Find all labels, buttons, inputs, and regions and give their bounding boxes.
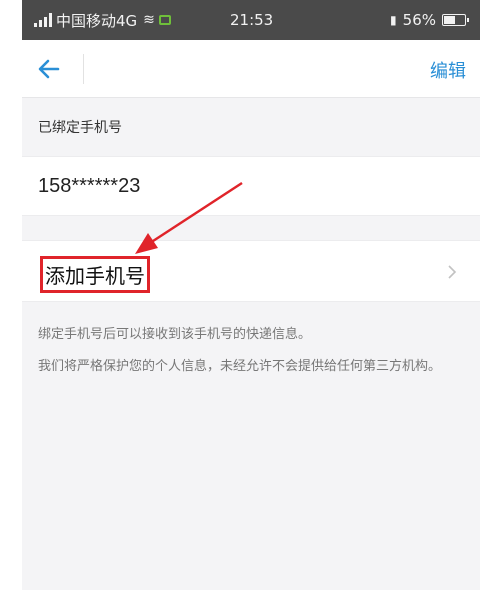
carrier-name: 中国移动4G [56,11,138,30]
info-line-2: 我们将严格保护您的个人信息，未经允许不会提供给任何第三方机构。 [38,359,442,374]
back-arrow-icon[interactable] [34,54,64,84]
nav-divider [83,54,84,84]
add-phone-row[interactable]: 添加手机号 [22,240,480,302]
nav-bar: 编辑 [22,40,480,98]
bound-phone-number: 158******23 [22,156,480,216]
clock: 21:53 [230,11,274,29]
status-bar: 中国移动4G ≋ 21:53 ▮ 56% [22,0,480,40]
battery-icon [442,14,469,26]
edit-button[interactable]: 编辑 [430,57,466,83]
info-line-1: 绑定手机号后可以接收到该手机号的快递信息。 [38,327,312,342]
battery-percent: 56% [402,11,436,29]
signal-icon [34,13,52,27]
sim-icon: ▮ [390,13,397,27]
chevron-right-icon [448,265,457,279]
wifi-icon: ≋ [143,12,155,28]
info-text: 绑定手机号后可以接收到该手机号的快递信息。 我们将严格保护您的个人信息，未经允许… [22,302,480,378]
data-indicator-icon [158,15,171,25]
add-phone-label: 添加手机号 [40,256,150,293]
app-screen: 编辑 已绑定手机号 158******23 添加手机号 绑定手机号后可以接收到该… [22,40,480,590]
bound-phone-header: 已绑定手机号 [38,120,122,136]
